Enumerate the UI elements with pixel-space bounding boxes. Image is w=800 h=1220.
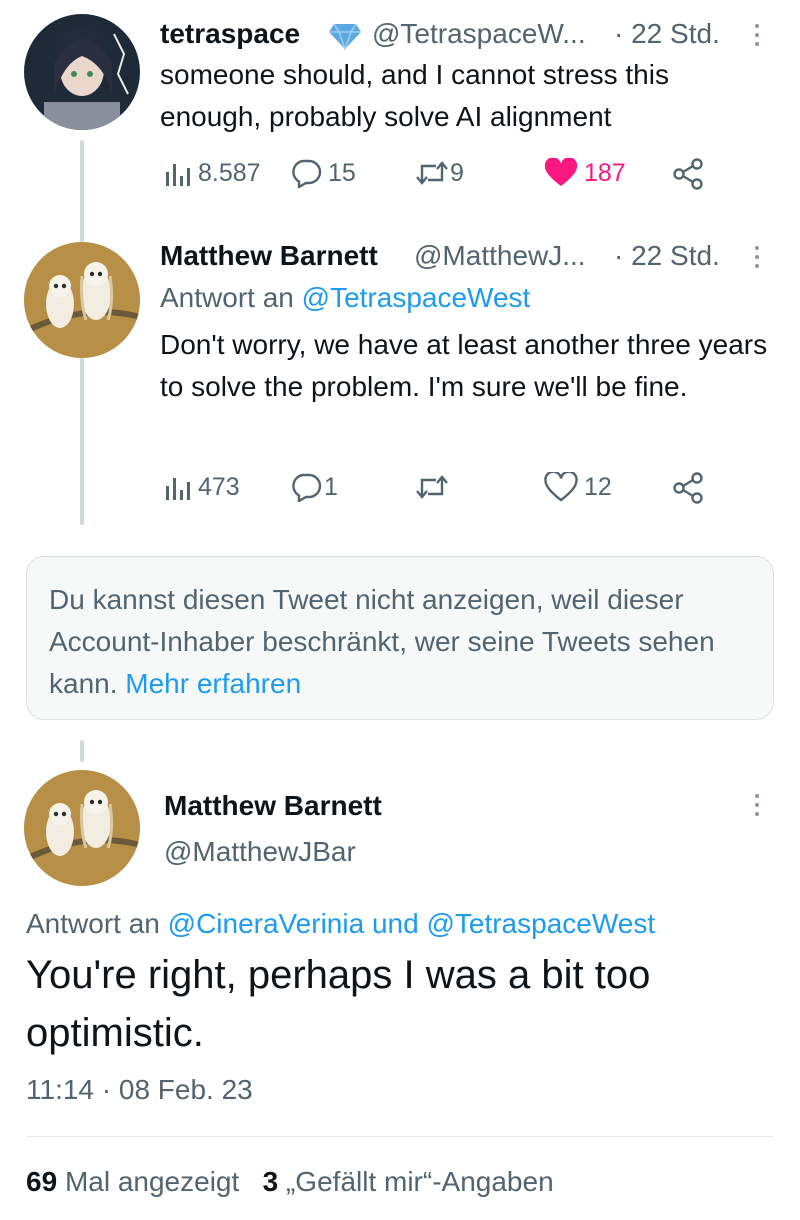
retweet-icon <box>414 472 450 502</box>
retweet-icon <box>414 158 450 188</box>
like-button[interactable]: 187 <box>544 158 626 188</box>
reply-icon <box>290 472 322 502</box>
retweet-button[interactable] <box>414 472 450 502</box>
retweet-count: 9 <box>450 158 464 187</box>
reply-to-handle[interactable]: @CineraVerinia <box>168 908 365 939</box>
reply-icon <box>290 158 322 188</box>
views-count: 69 <box>26 1166 58 1197</box>
learn-more-link[interactable]: Mehr erfahren <box>125 668 301 699</box>
views-count: 8.587 <box>198 158 261 187</box>
views-icon <box>162 472 192 502</box>
reply-to-handle[interactable]: @TetraspaceWest <box>302 282 531 313</box>
views-count: 473 <box>198 472 240 501</box>
divider <box>26 1136 774 1137</box>
author-handle[interactable]: @MatthewJ... <box>414 240 586 272</box>
reply-count: 1 <box>324 472 338 501</box>
tweet-text: You're right, perhaps I was a bit too op… <box>26 953 651 1055</box>
likes-count[interactable]: 3 <box>263 1166 279 1197</box>
tweet-text: Don't worry, we have at least another th… <box>160 329 768 402</box>
views-icon <box>162 158 192 188</box>
tweet-time[interactable]: · 22 Std. <box>614 240 720 272</box>
author-name[interactable]: Matthew Barnett <box>164 790 382 822</box>
more-icon[interactable] <box>754 24 760 50</box>
tweet-timestamp[interactable]: 11:14 · 08 Feb. 23 <box>26 1074 253 1106</box>
reply-button[interactable]: 15 <box>290 158 356 188</box>
avatar-matthew-barnett[interactable] <box>24 242 140 358</box>
author-name[interactable]: Matthew Barnett <box>160 240 378 272</box>
reply-to-line: Antwort an @CineraVerinia und @Tetraspac… <box>26 908 655 940</box>
thread-line <box>80 740 84 762</box>
heart-icon <box>544 158 578 188</box>
retweet-button[interactable]: 9 <box>414 158 464 188</box>
like-button[interactable]: 12 <box>544 472 612 502</box>
reply-to-and: und <box>371 908 419 939</box>
more-icon[interactable] <box>754 794 760 820</box>
reply-to-line: Antwort an @TetraspaceWest <box>160 282 530 314</box>
like-count: 12 <box>584 472 612 501</box>
views-button[interactable]: 8.587 <box>162 158 261 188</box>
avatar-tetraspace[interactable] <box>24 14 140 130</box>
likes-label[interactable]: „Gefällt mir“-Angaben <box>286 1166 554 1197</box>
reply-to-handle[interactable]: @TetraspaceWest <box>426 908 655 939</box>
author-handle[interactable]: @MatthewJBar <box>164 836 356 868</box>
avatar-matthew-barnett[interactable] <box>24 770 140 886</box>
views-button[interactable]: 473 <box>162 472 240 502</box>
tweet-text: someone should, and I cannot stress this… <box>160 59 669 132</box>
share-button[interactable] <box>672 472 706 504</box>
share-icon <box>672 472 706 504</box>
like-count: 187 <box>584 158 626 187</box>
share-button[interactable] <box>672 158 706 190</box>
author-name[interactable]: tetraspace <box>160 18 300 50</box>
tweet-stats: 69 Mal angezeigt 3 „Gefällt mir“-Angaben <box>26 1166 554 1198</box>
reply-to-label: Antwort an <box>26 908 160 939</box>
verified-diamond-icon <box>328 22 362 52</box>
heart-icon <box>544 472 578 502</box>
views-label: Mal angezeigt <box>64 1166 240 1197</box>
reply-count: 15 <box>328 158 356 187</box>
tweet-time[interactable]: · 22 Std. <box>614 18 720 50</box>
reply-to-label: Antwort an <box>160 282 294 313</box>
share-icon <box>672 158 706 190</box>
reply-button[interactable]: 1 <box>290 472 338 502</box>
more-icon[interactable] <box>754 246 760 272</box>
author-handle[interactable]: @TetraspaceW... <box>372 18 586 50</box>
unavailable-tweet-notice: Du kannst diesen Tweet nicht anzeigen, w… <box>26 556 774 720</box>
